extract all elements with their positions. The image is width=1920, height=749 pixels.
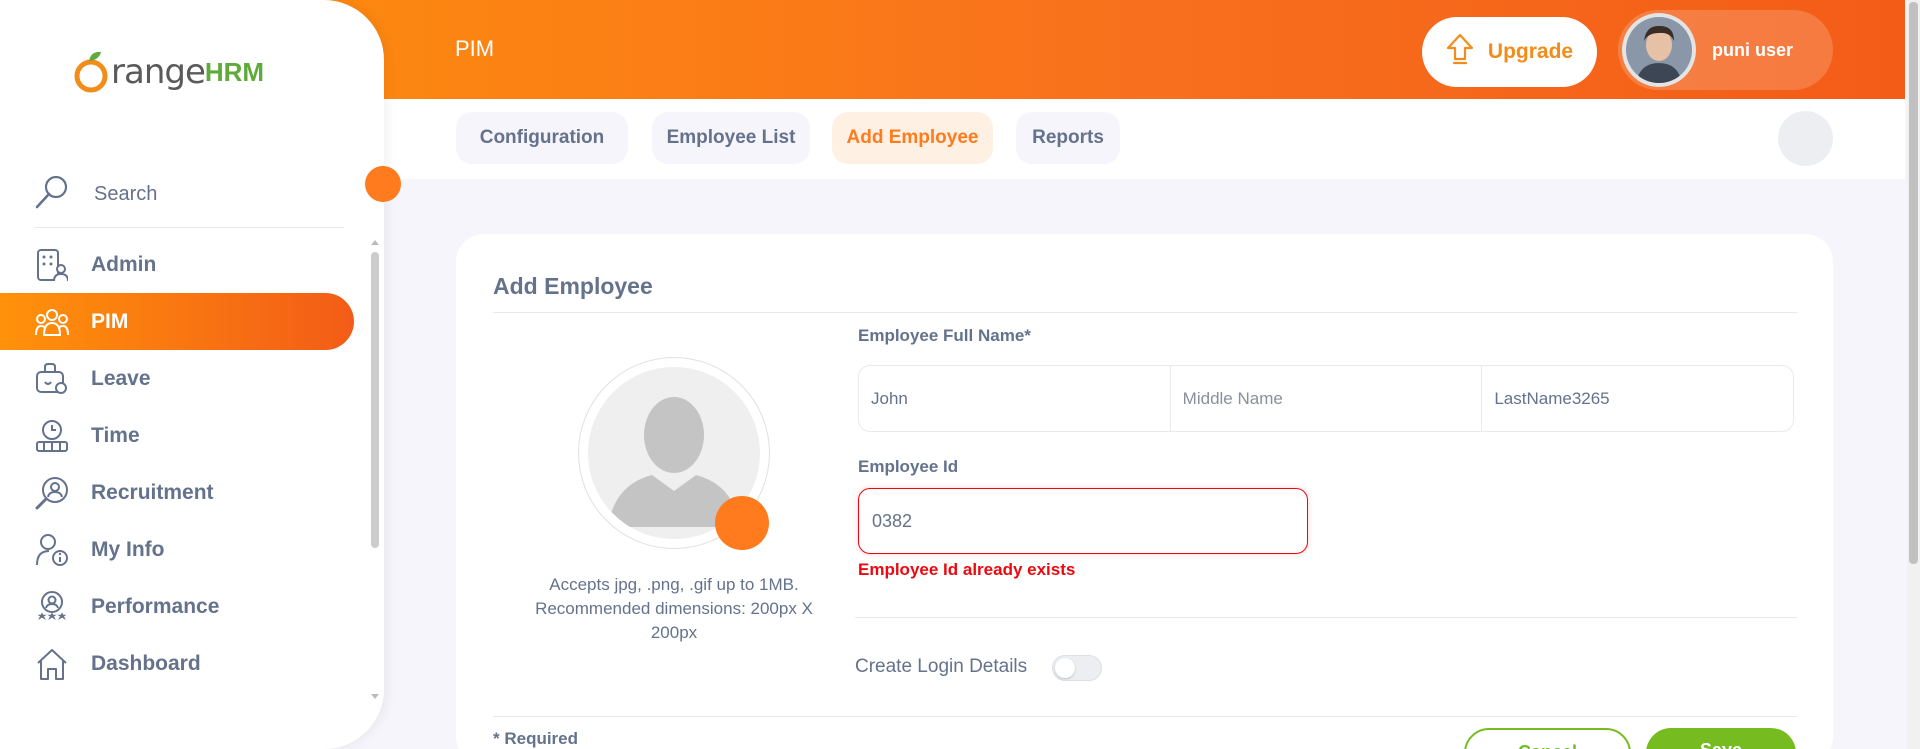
upload-photo-button[interactable] [715, 496, 769, 550]
sidebar-item-label: Dashboard [91, 651, 201, 675]
sidebar-item-label: Performance [91, 594, 220, 618]
sidebar-item-label: PIM [91, 309, 129, 333]
sidebar-item-leave[interactable]: Leave [0, 350, 354, 407]
sidebar-item-label: Recruitment [91, 480, 214, 504]
sidebar-item-recruitment[interactable]: Recruitment [0, 464, 354, 521]
upgrade-button[interactable]: Upgrade [1422, 17, 1597, 87]
employee-id-error: Employee Id already exists [858, 560, 1076, 579]
search-icon [34, 174, 70, 215]
pim-icon [35, 305, 69, 339]
save-button[interactable]: Save [1646, 728, 1796, 749]
sidebar-collapse-button[interactable] [365, 166, 401, 202]
sidebar-item-performance[interactable]: Performance [0, 578, 354, 635]
first-name-input[interactable] [859, 366, 1171, 431]
time-icon [35, 419, 69, 453]
photo-hint: Accepts jpg, .png, .gif up to 1MB. Recom… [535, 575, 813, 642]
full-name-group [858, 365, 1794, 432]
user-name: puni user [1712, 39, 1794, 60]
sidebar-scroll-thumb[interactable] [371, 252, 379, 548]
page-scrollbar[interactable] [1907, 0, 1920, 749]
help-icon[interactable] [1778, 111, 1833, 166]
sidebar-scrollbar[interactable] [370, 238, 380, 703]
sidebar-item-pim[interactable]: PIM [0, 293, 354, 350]
logo-hrm: HRM [204, 56, 265, 87]
sidebar-search[interactable]: Search [34, 162, 344, 228]
upgrade-arrow-icon [1446, 33, 1474, 71]
avatar [1622, 13, 1696, 87]
sidebar-item-dashboard[interactable]: Dashboard [0, 635, 354, 692]
cancel-button[interactable]: Cancel [1464, 728, 1631, 749]
last-name-input[interactable] [1482, 366, 1794, 431]
logo-text: range [111, 52, 206, 92]
sidebar: range HRM Search Admin PIM Leave Time Re… [0, 0, 384, 749]
leave-icon [35, 362, 69, 396]
sidebar-item-my-info[interactable]: My Info [0, 521, 354, 578]
sidebar-item-admin[interactable]: Admin [0, 236, 354, 293]
user-dropdown[interactable]: puni user [1618, 10, 1833, 90]
divider [493, 716, 1797, 717]
employee-id-input[interactable] [858, 488, 1308, 554]
sidebar-item-label: Leave [91, 366, 151, 390]
full-name-label: Employee Full Name* [858, 326, 1031, 345]
form-title: Add Employee [493, 273, 653, 299]
upgrade-label: Upgrade [1487, 40, 1574, 63]
sidebar-item-label: Time [91, 423, 140, 447]
page-title: PIM [455, 36, 495, 61]
my-info-icon [35, 533, 69, 567]
create-login-label: Create Login Details [855, 656, 1028, 677]
employee-id-label: Employee Id [858, 457, 959, 476]
divider [493, 312, 1797, 313]
tab-employee-list[interactable]: Employee List [652, 112, 810, 164]
sidebar-item-label: Admin [91, 252, 157, 276]
middle-name-input[interactable] [1170, 366, 1483, 431]
recruitment-icon [35, 476, 69, 510]
tab-add-employee[interactable]: Add Employee [832, 112, 993, 164]
tab-configuration[interactable]: Configuration [456, 112, 628, 164]
sidebar-item-time[interactable]: Time [0, 407, 354, 464]
divider [855, 617, 1797, 618]
orangehrm-logo: range HRM [73, 48, 264, 96]
page-scroll-thumb[interactable] [1909, 2, 1918, 564]
search-label: Search [94, 183, 158, 205]
create-login-toggle[interactable] [1052, 655, 1102, 681]
required-note: * Required [493, 729, 579, 748]
admin-icon [35, 248, 69, 282]
toggle-knob [1055, 658, 1075, 678]
sidebar-item-label: My Info [91, 537, 165, 561]
tab-reports[interactable]: Reports [1016, 112, 1120, 164]
performance-icon [35, 590, 69, 624]
dashboard-icon [35, 647, 69, 681]
